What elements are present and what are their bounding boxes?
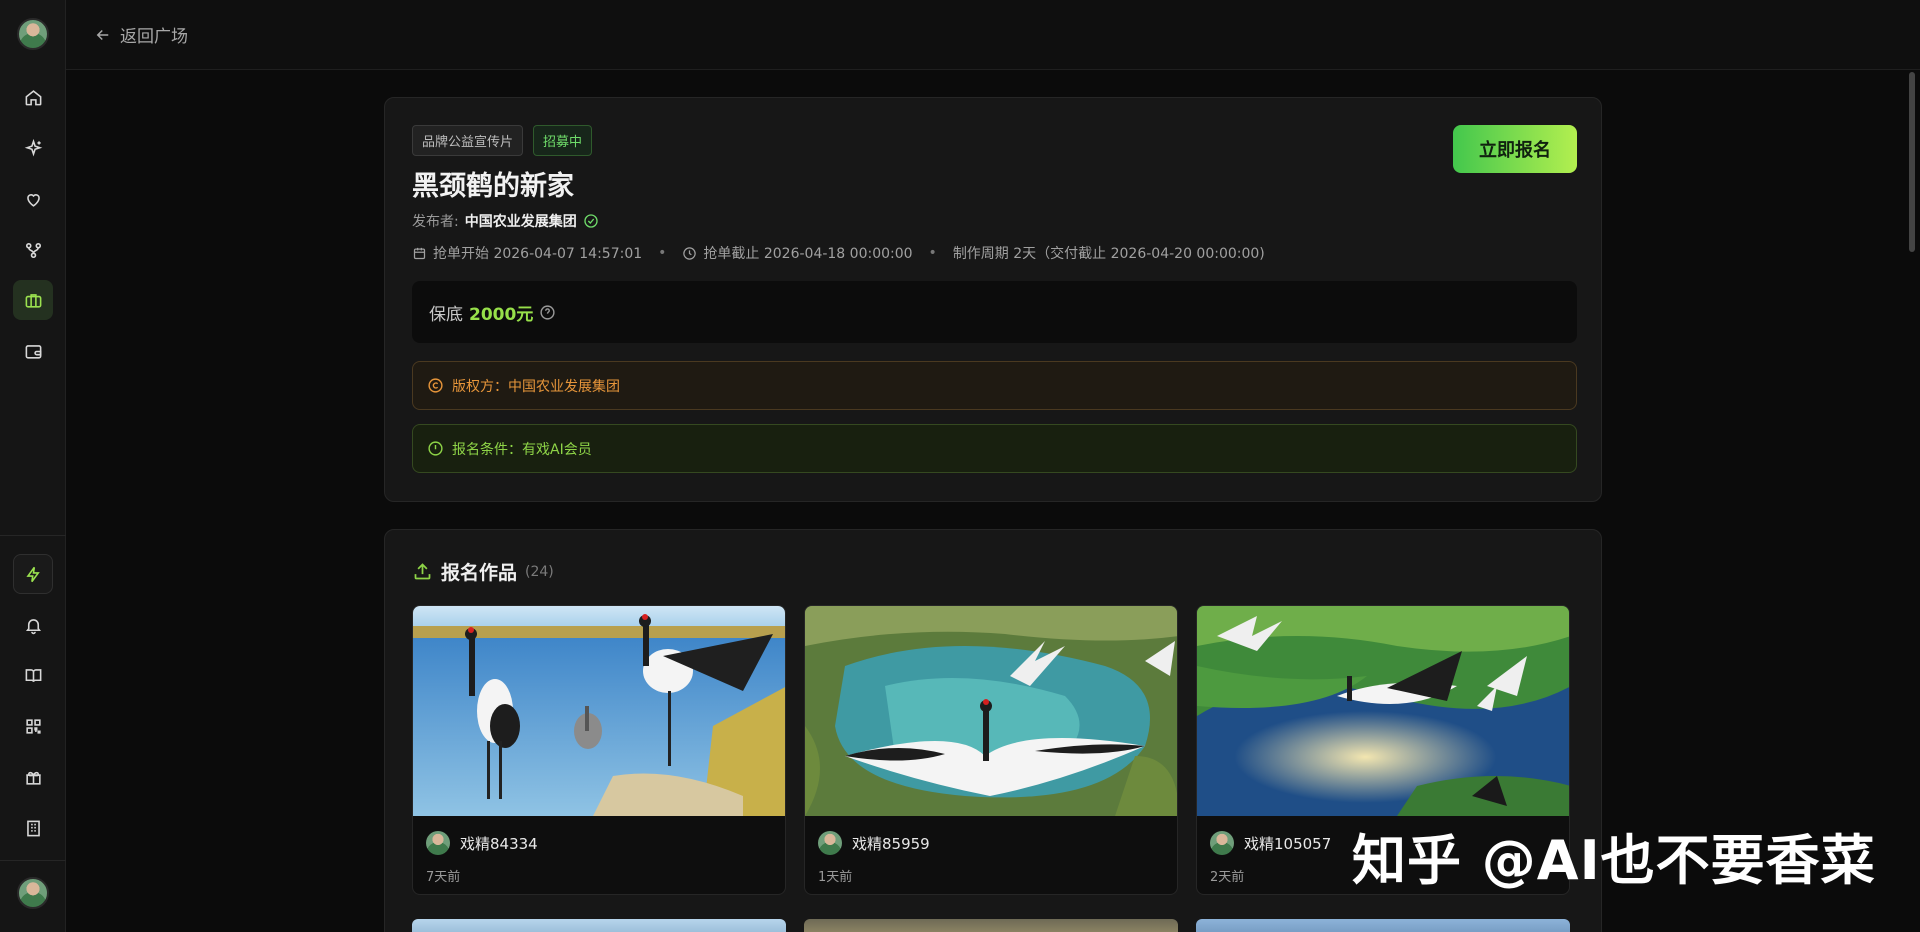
campaign-card: 品牌公益宣传片 招募中 黑颈鹤的新家 发布者: 中国农业发展集团 抢单开始 20… (384, 97, 1602, 502)
publisher-name[interactable]: 中国农业发展集团 (465, 211, 577, 231)
work-thumbnail[interactable] (805, 606, 1178, 816)
heart-icon[interactable] (13, 179, 53, 219)
calendar-icon (413, 247, 426, 259)
work-time: 1天前 (818, 870, 853, 885)
publisher-row: 发布者: 中国农业发展集团 (412, 211, 599, 231)
back-to-square-link[interactable]: 返回广场 (94, 22, 188, 47)
scrollbar-thumb[interactable] (1909, 72, 1915, 252)
deadline-time: 抢单截止 2026-04-18 00:00:00 (703, 246, 913, 262)
schedule-row: 抢单开始 2026-04-07 14:57:01 • 抢单截止 2026-04-… (412, 243, 1265, 263)
work-card[interactable]: 戏精84334 7天前 (412, 605, 786, 895)
works-title: 报名作品 (441, 562, 518, 584)
price-label: 保底 (429, 304, 463, 325)
work-author[interactable]: 戏精85959 (818, 831, 930, 855)
arrow-left-icon (96, 29, 109, 40)
guaranteed-price: 保底 2000元 (412, 281, 1577, 343)
work-author[interactable]: 戏精84334 (426, 831, 538, 855)
work-card[interactable]: 戏精85959 1天前 (804, 605, 1178, 895)
work-time: 7天前 (426, 870, 461, 885)
start-time: 抢单开始 2026-04-07 14:57:01 (433, 246, 643, 262)
user-avatar[interactable] (17, 18, 49, 50)
work-time: 2天前 (1210, 870, 1245, 885)
scrollbar[interactable] (1908, 72, 1916, 930)
author-name: 戏精84334 (460, 834, 538, 853)
copyright-icon (428, 378, 443, 393)
status-badge: 招募中 (533, 125, 593, 156)
signup-condition: 报名条件：有戏AI会员 (412, 424, 1577, 473)
back-label: 返回广场 (120, 27, 188, 47)
condition-text: 报名条件：有戏AI会员 (452, 441, 592, 458)
tag-list: 品牌公益宣传片 招募中 (412, 125, 593, 156)
author-name: 戏精85959 (852, 834, 930, 853)
works-header: 报名作品 (24) (412, 558, 554, 585)
bolt-icon[interactable] (13, 554, 53, 594)
work-card-peek[interactable] (412, 919, 786, 932)
apply-button[interactable]: 立即报名 (1453, 125, 1577, 173)
work-card-peek[interactable] (1196, 919, 1570, 932)
author-avatar (1210, 831, 1234, 855)
work-author[interactable]: 戏精105057 (1210, 831, 1331, 855)
sparkle-icon[interactable] (13, 128, 53, 168)
sidebar-divider (0, 535, 66, 536)
page-title: 黑颈鹤的新家 (412, 171, 574, 202)
publisher-label: 发布者: (412, 214, 459, 230)
author-avatar (818, 831, 842, 855)
work-thumbnail[interactable] (1197, 606, 1570, 816)
author-avatar (426, 831, 450, 855)
briefcase-icon[interactable] (13, 280, 53, 320)
price-amount: 2000元 (469, 304, 534, 325)
gift-icon[interactable] (13, 757, 53, 797)
works-count: (24) (525, 563, 554, 580)
top-bar: 返回广场 (66, 0, 1920, 70)
flow-icon[interactable] (13, 230, 53, 270)
work-thumbnail[interactable] (413, 606, 786, 816)
author-name: 戏精105057 (1244, 834, 1332, 853)
upload-icon (414, 563, 431, 580)
verified-icon (584, 214, 598, 228)
sidebar (0, 0, 66, 932)
production-cycle: 制作周期 2天（交付截止 2026-04-20 00:00:00) (952, 246, 1265, 262)
copyright-notice: 版权方：中国农业发展集团 (412, 361, 1577, 410)
profile-avatar[interactable] (17, 877, 49, 909)
bell-icon[interactable] (13, 605, 53, 645)
wallet-icon[interactable] (13, 331, 53, 371)
work-card-peek[interactable] (804, 919, 1178, 932)
qr-icon[interactable] (13, 706, 53, 746)
clock-icon (683, 246, 697, 260)
watermark: 知乎 @AI也不要香菜 (1352, 829, 1876, 892)
help-icon[interactable] (539, 304, 556, 321)
copyright-text: 版权方：中国农业发展集团 (452, 378, 620, 395)
home-icon[interactable] (13, 77, 53, 117)
info-icon (428, 441, 443, 456)
sidebar-divider (0, 860, 66, 861)
book-icon[interactable] (13, 655, 53, 695)
category-tag: 品牌公益宣传片 (412, 125, 524, 156)
building-icon[interactable] (13, 808, 53, 848)
